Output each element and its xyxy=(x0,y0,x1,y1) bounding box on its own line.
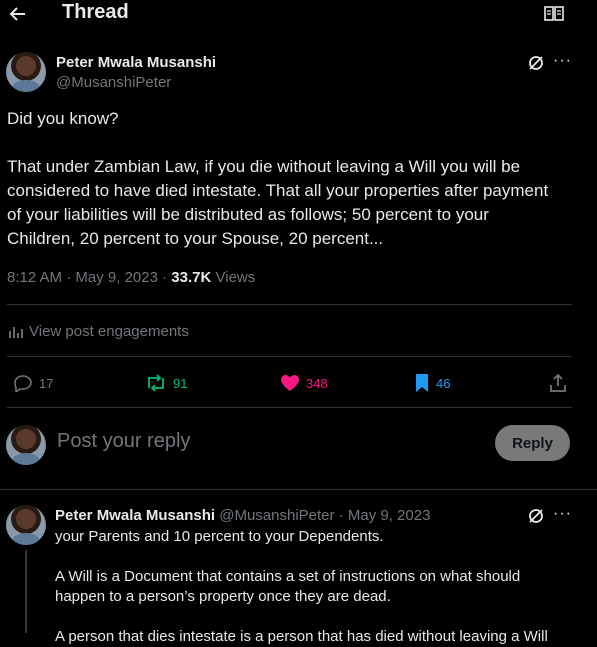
reply-date[interactable]: May 9, 2023 xyxy=(348,507,431,524)
more-icon: ··· xyxy=(553,52,572,69)
share-action[interactable] xyxy=(549,372,573,394)
bookmark-count: 46 xyxy=(436,375,451,391)
divider xyxy=(7,304,572,305)
avatar[interactable] xyxy=(6,505,46,545)
reply-input[interactable]: Post your reply xyxy=(57,430,477,453)
avatar[interactable] xyxy=(6,52,46,92)
views-count: 33.7K xyxy=(171,269,212,286)
divider xyxy=(7,356,572,357)
reply-text-line: your Parents and 10 percent to your Depe… xyxy=(55,528,384,545)
thread-line xyxy=(25,550,27,633)
post-time[interactable]: 8:12 AM xyxy=(7,269,62,286)
bookmark-icon xyxy=(416,374,428,392)
grok-icon xyxy=(529,509,543,523)
view-engagements-label: View post engagements xyxy=(29,323,189,340)
page-title: Thread xyxy=(62,1,129,23)
more-options-button[interactable]: ··· xyxy=(553,505,572,523)
reply-button[interactable]: Reply xyxy=(495,425,570,461)
share-icon xyxy=(550,374,566,392)
reader-mode-button[interactable] xyxy=(544,5,564,23)
repost-count: 91 xyxy=(173,375,188,391)
post-text-line: of your liabilities will be distributed … xyxy=(7,205,489,224)
reply-author-name[interactable]: Peter Mwala Musanshi xyxy=(55,507,215,524)
post-date[interactable]: May 9, 2023 xyxy=(75,269,158,286)
reply-text-line: happen to a person’s property once they … xyxy=(55,588,391,605)
reply-text: your Parents and 10 percent to your Depe… xyxy=(55,527,590,647)
author-name[interactable]: Peter Mwala Musanshi xyxy=(56,54,216,71)
like-action[interactable]: 348 xyxy=(280,372,328,394)
reply-author-handle[interactable]: @MusanshiPeter xyxy=(219,507,334,524)
reply-text-line: A Will is a Document that contains a set… xyxy=(55,568,521,585)
reply-header: Peter Mwala Musanshi @MusanshiPeter · Ma… xyxy=(55,507,430,524)
book-open-icon xyxy=(544,6,564,21)
post-text-line: That under Zambian Law, if you die witho… xyxy=(7,157,521,176)
heart-icon xyxy=(281,375,299,391)
post-text-line: Children, 20 percent to your Spouse, 20 … xyxy=(7,229,384,248)
repost-action[interactable]: 91 xyxy=(145,372,187,394)
avatar[interactable] xyxy=(6,425,46,465)
more-icon: ··· xyxy=(553,505,572,522)
like-count: 348 xyxy=(306,375,328,391)
back-button[interactable] xyxy=(8,4,28,24)
post-text-line: Did you know? xyxy=(7,109,119,128)
divider xyxy=(0,489,597,490)
meta-separator: · xyxy=(338,507,344,524)
post-text: Did you know? That under Zambian Law, if… xyxy=(7,107,592,251)
reply-text-line: A person that dies intestate is a person… xyxy=(55,628,548,645)
grok-icon xyxy=(529,56,543,70)
author-handle[interactable]: @MusanshiPeter xyxy=(56,74,171,91)
reply-icon xyxy=(14,375,32,392)
more-options-button[interactable]: ··· xyxy=(553,52,572,70)
views-label: Views xyxy=(215,269,256,286)
view-engagements-link[interactable]: View post engagements xyxy=(8,323,189,340)
repost-icon xyxy=(148,374,164,392)
analytics-icon xyxy=(9,326,23,338)
arrow-left-icon xyxy=(9,7,25,21)
post-meta: 8:12 AM · May 9, 2023 · 33.7K Views xyxy=(7,269,256,286)
bookmark-action[interactable]: 46 xyxy=(414,372,450,394)
reply-action[interactable]: 17 xyxy=(13,372,53,394)
grok-button[interactable] xyxy=(527,507,545,525)
reply-count: 17 xyxy=(39,375,54,391)
divider xyxy=(7,407,572,408)
post-text-line: considered to have died intestate. That … xyxy=(7,181,549,200)
grok-button[interactable] xyxy=(527,54,545,72)
